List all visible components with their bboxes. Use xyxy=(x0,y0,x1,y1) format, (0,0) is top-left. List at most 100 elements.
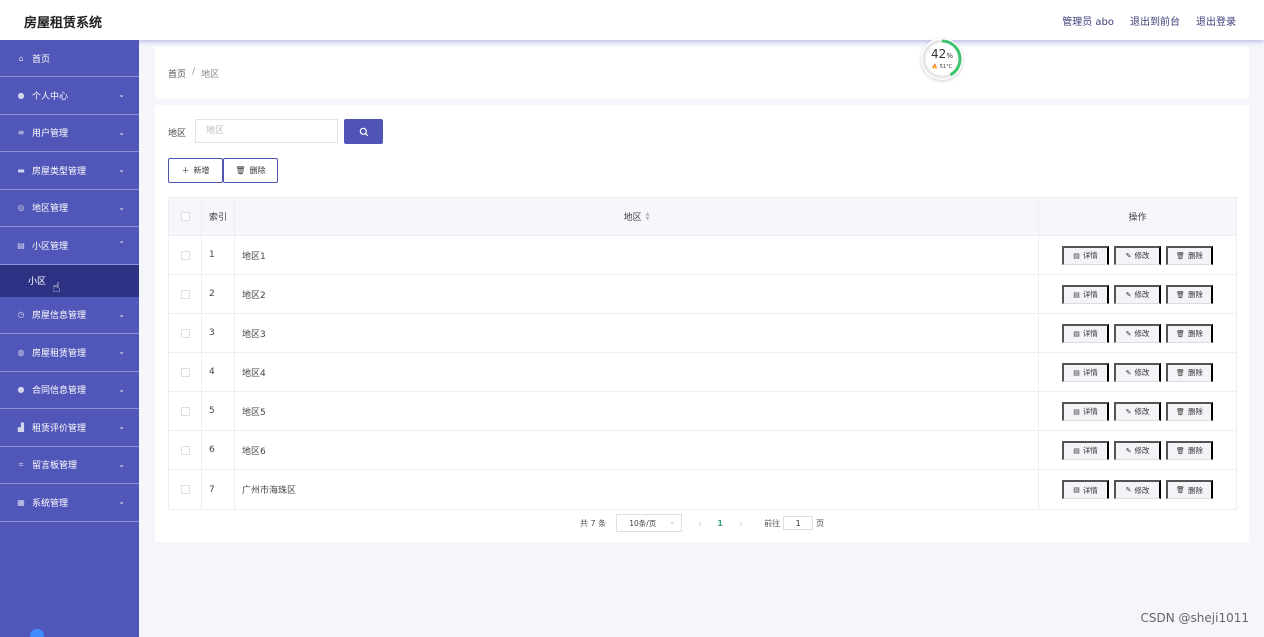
chevron-down-icon: ⌄ xyxy=(118,309,125,319)
edit-button[interactable]: ✎ 修改 xyxy=(1114,440,1161,460)
document-icon: ▤ xyxy=(1073,368,1080,377)
delete-button[interactable]: 🗑 删除 xyxy=(223,158,278,183)
sidebar-item-label: 房屋信息管理 xyxy=(32,311,87,322)
row-checkbox-cell xyxy=(169,353,202,391)
user-icon: ● xyxy=(17,90,25,100)
sidebar-item-house-rental[interactable]: ◍ 房屋租赁管理 ⌄ xyxy=(0,334,139,372)
sidebar-item-label: 房屋类型管理 xyxy=(32,166,87,177)
sidebar-item-house-info[interactable]: ◷ 房屋信息管理 ⌄ xyxy=(0,297,139,334)
breadcrumb-separator: / xyxy=(192,67,196,77)
page-number[interactable]: 1 xyxy=(717,519,723,528)
edit-button[interactable]: ✎ 修改 xyxy=(1114,480,1161,499)
row-delete-button[interactable]: 🗑 删除 xyxy=(1166,401,1213,421)
sidebar-subitem-label: 小区 xyxy=(28,277,47,287)
logout-link[interactable]: 退出登录 xyxy=(1196,13,1236,28)
sidebar-subitem-community[interactable]: 小区 xyxy=(0,264,139,297)
breadcrumb-home[interactable]: 首页 xyxy=(168,67,186,80)
row-checkbox[interactable] xyxy=(180,250,190,260)
header-actions: 操作 xyxy=(1128,213,1147,223)
detail-button[interactable]: ▤ 详情 xyxy=(1062,284,1109,304)
row-delete-button[interactable]: 🗑 删除 xyxy=(1166,323,1213,343)
row-index: 7 xyxy=(202,470,235,509)
sidebar-item-label: 个人中心 xyxy=(32,91,69,102)
detail-button[interactable]: ▤ 详情 xyxy=(1062,480,1109,499)
sidebar-item-rental-review[interactable]: ▟ 租赁评价管理 ⌄ xyxy=(0,409,139,447)
select-all-checkbox[interactable] xyxy=(180,212,190,221)
detail-label: 详情 xyxy=(1082,446,1098,455)
row-index: 1 xyxy=(202,236,235,274)
row-checkbox[interactable] xyxy=(180,406,190,416)
delete-label: 删除 xyxy=(1187,368,1203,377)
detail-button[interactable]: ▤ 详情 xyxy=(1062,401,1109,421)
next-page-button[interactable]: › xyxy=(739,519,742,528)
detail-button[interactable]: ▤ 详情 xyxy=(1062,362,1109,382)
document-icon: ▤ xyxy=(1073,251,1080,260)
table-row: 6 地区6 ▤ 详情 ✎ 修改 🗑 删除 xyxy=(169,431,1236,470)
row-delete-button[interactable]: 🗑 删除 xyxy=(1166,284,1213,304)
detail-button[interactable]: ▤ 详情 xyxy=(1062,440,1109,460)
edit-icon: ✎ xyxy=(1125,368,1132,377)
prev-page-button[interactable]: ‹ xyxy=(698,519,701,528)
table-body: 1 地区1 ▤ 详情 ✎ 修改 🗑 删除 2 地区2 ▤ 详情 ✎ 修改 🗑 删除 3 地区3 ▤ 详情 ✎ 修改 🗑 删除 4… xyxy=(169,236,1236,509)
sort-icon[interactable]: ▲ ▼ xyxy=(646,211,650,222)
edit-label: 修改 xyxy=(1134,446,1150,455)
row-delete-button[interactable]: 🗑 删除 xyxy=(1166,245,1213,265)
edit-button[interactable]: ✎ 修改 xyxy=(1114,362,1161,382)
document-icon: ▤ xyxy=(1073,446,1080,455)
row-checkbox-cell xyxy=(169,431,202,469)
row-checkbox[interactable] xyxy=(180,289,190,299)
globe-icon: ◍ xyxy=(17,347,25,357)
row-checkbox[interactable] xyxy=(180,445,190,455)
row-name: 地区4 xyxy=(235,353,1039,391)
admin-user-label[interactable]: 管理员 abo xyxy=(1062,13,1114,28)
row-name: 地区1 xyxy=(235,236,1039,274)
edit-button[interactable]: ✎ 修改 xyxy=(1114,245,1161,265)
sidebar-item-personal-center[interactable]: ● 个人中心 ⌄ xyxy=(0,77,139,115)
trash-icon: 🗑 xyxy=(1176,368,1185,377)
edit-label: 修改 xyxy=(1134,329,1150,338)
sidebar-item-system[interactable]: ▦ 系统管理 ⌄ xyxy=(0,484,139,522)
page-size-select[interactable]: 10条/页 ⌄ xyxy=(616,514,683,532)
edit-icon: ✎ xyxy=(1125,486,1132,494)
row-actions: ▤ 详情 ✎ 修改 🗑 删除 xyxy=(1039,314,1236,352)
sidebar-item-region[interactable]: ◎ 地区管理 ⌄ xyxy=(0,190,139,227)
row-delete-button[interactable]: 🗑 删除 xyxy=(1166,480,1213,499)
sidebar-item-label: 房屋租赁管理 xyxy=(32,348,87,359)
row-delete-button[interactable]: 🗑 删除 xyxy=(1166,440,1213,460)
detail-button[interactable]: ▤ 详情 xyxy=(1062,323,1109,343)
row-index: 5 xyxy=(202,392,235,430)
edit-label: 修改 xyxy=(1134,368,1150,377)
header-name[interactable]: 地区 ▲ ▼ xyxy=(235,198,1039,235)
sidebar-item-house-type[interactable]: ▬ 房屋类型管理 ⌄ xyxy=(0,152,139,190)
header-checkbox-cell xyxy=(169,198,202,235)
table-row: 4 地区4 ▤ 详情 ✎ 修改 🗑 删除 xyxy=(169,353,1236,392)
goto-page-input[interactable] xyxy=(783,516,814,530)
sidebar-item-community[interactable]: ▤ 小区管理 ⌃ xyxy=(0,227,139,265)
header-links: 管理员 abo 退出到前台 退出登录 xyxy=(1062,13,1236,28)
table-row: 1 地区1 ▤ 详情 ✎ 修改 🗑 删除 xyxy=(169,236,1236,275)
row-index: 3 xyxy=(202,314,235,352)
row-actions: ▤ 详情 ✎ 修改 🗑 删除 xyxy=(1039,236,1236,274)
detail-button[interactable]: ▤ 详情 xyxy=(1062,245,1109,265)
floating-dot xyxy=(30,629,44,637)
detail-label: 详情 xyxy=(1082,329,1098,338)
row-checkbox[interactable] xyxy=(180,328,190,338)
row-checkbox[interactable] xyxy=(180,485,190,494)
edit-button[interactable]: ✎ 修改 xyxy=(1114,284,1161,304)
sidebar-item-home[interactable]: ⌂ 首页 xyxy=(0,40,139,77)
row-delete-button[interactable]: 🗑 删除 xyxy=(1166,362,1213,382)
sidebar-item-user-management[interactable]: ≡ 用户管理 ⌄ xyxy=(0,115,139,152)
search-label: 地区 xyxy=(168,129,187,139)
search-input[interactable] xyxy=(195,119,338,143)
search-button[interactable] xyxy=(344,119,383,144)
sidebar-item-contract[interactable]: ● 合同信息管理 ⌄ xyxy=(0,372,139,409)
sidebar-item-label: 小区管理 xyxy=(32,241,69,252)
table-header: 索引 地区 ▲ ▼ 操作 xyxy=(169,198,1236,236)
edit-button[interactable]: ✎ 修改 xyxy=(1114,323,1161,343)
row-checkbox[interactable] xyxy=(180,367,190,377)
back-to-front-link[interactable]: 退出到前台 xyxy=(1130,13,1180,28)
add-button[interactable]: ＋ 新增 xyxy=(168,158,223,183)
row-checkbox-cell xyxy=(169,236,202,274)
edit-button[interactable]: ✎ 修改 xyxy=(1114,401,1161,421)
sidebar-item-message-board[interactable]: ⌗ 留言板管理 ⌄ xyxy=(0,447,139,484)
